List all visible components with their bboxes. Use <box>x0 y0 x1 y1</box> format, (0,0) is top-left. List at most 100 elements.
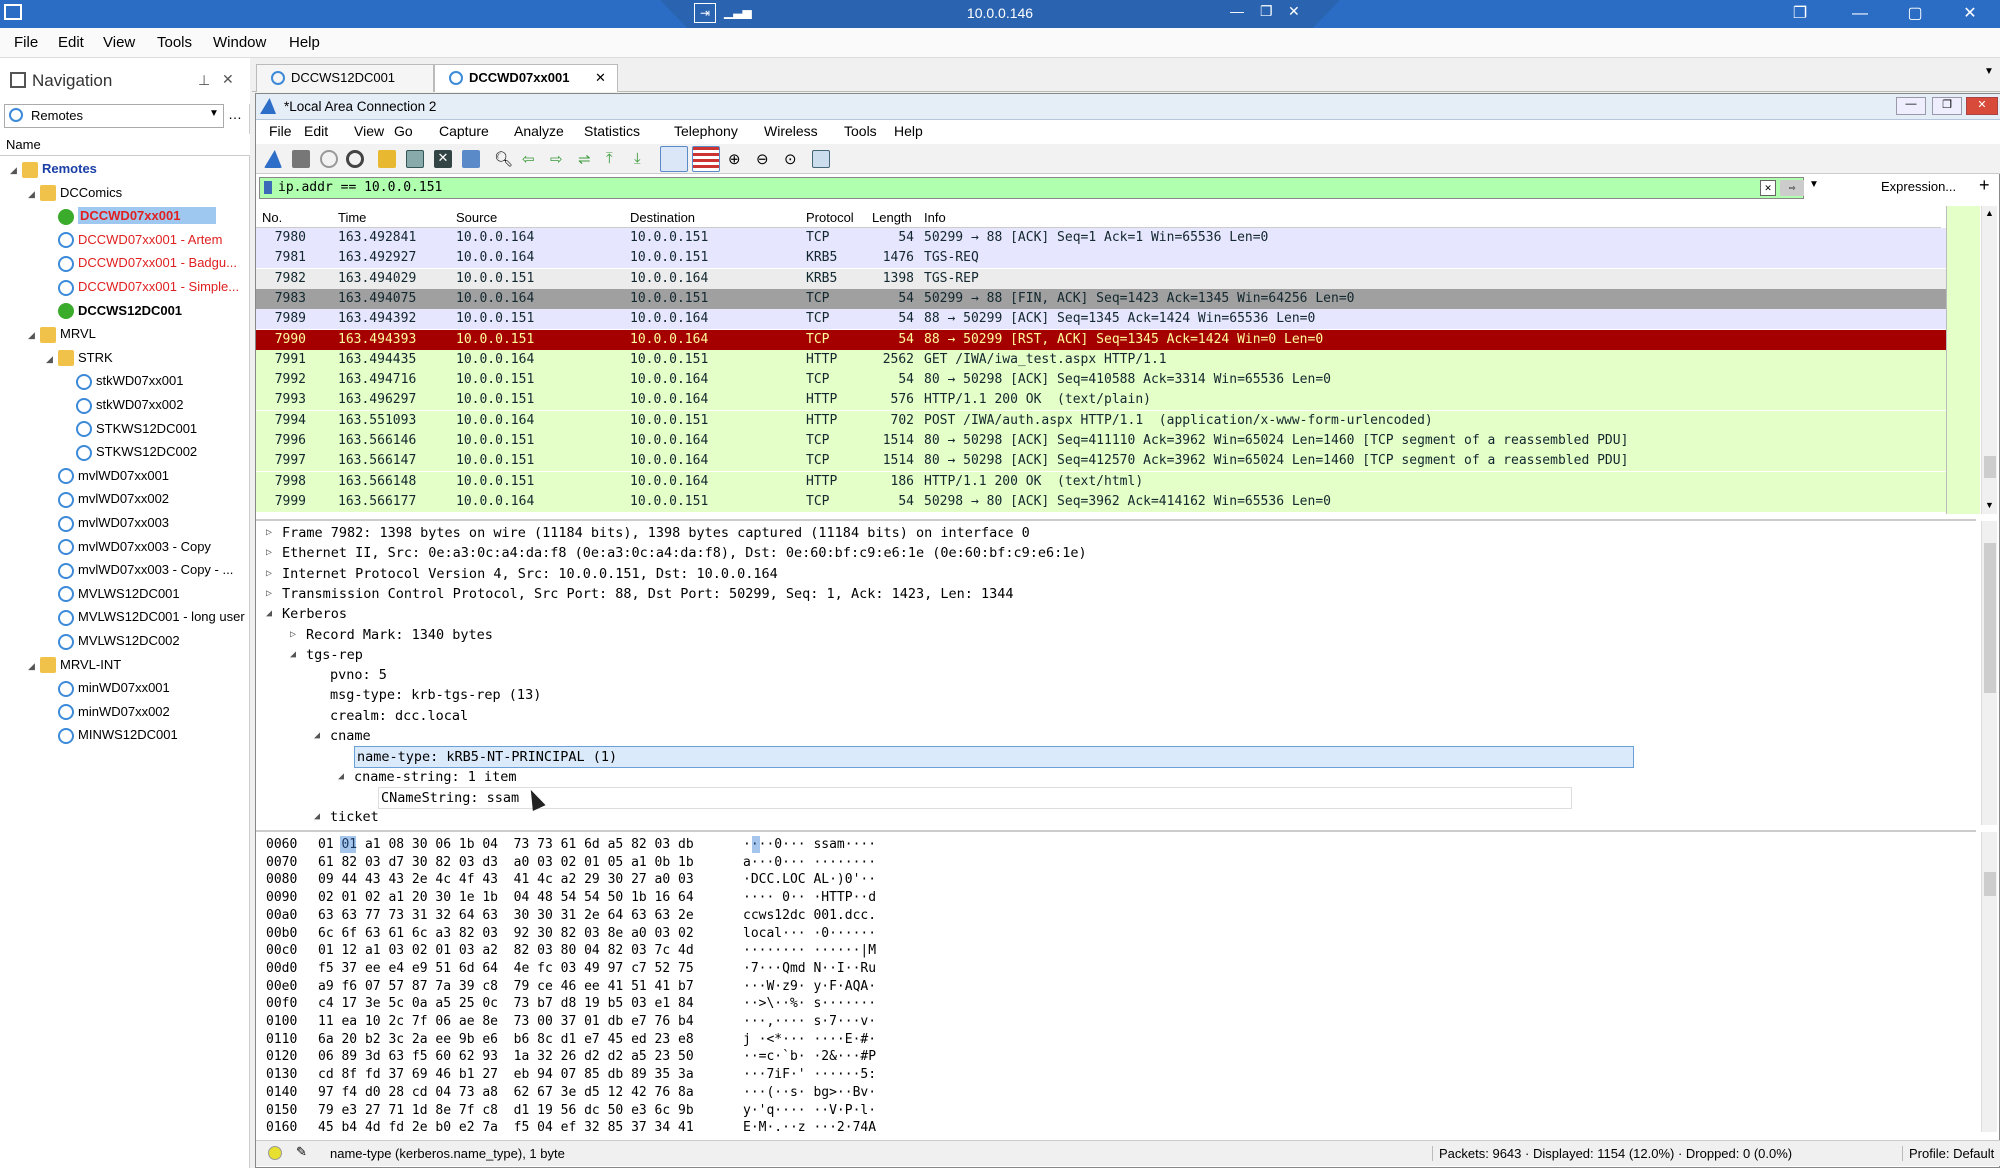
col-source[interactable]: Source <box>456 210 497 225</box>
col-length[interactable]: Length <box>872 210 912 225</box>
bytes-scrollbar[interactable] <box>1981 832 1997 1132</box>
tree-item[interactable]: mvlWD07xx002 <box>46 488 169 512</box>
tab-dccws12dc001[interactable]: DCCWS12DC001 <box>256 64 434 92</box>
detail-line[interactable]: ▷ Transmission Control Protocol, Src Port… <box>256 584 1974 604</box>
byte-ascii[interactable]: a···0··· ········ <box>743 854 876 872</box>
collapse-icon[interactable]: ◢ <box>314 807 320 827</box>
packet-list-scrollbar[interactable]: ▲ ▼ <box>1981 206 1997 514</box>
zoom-out-icon[interactable]: ⊖ <box>756 150 774 168</box>
menu-window[interactable]: Window <box>213 34 266 51</box>
tree-item[interactable]: MVLWS12DC001 - long user <box>46 606 245 630</box>
byte-ascii[interactable]: ···· 0·· ·HTTP··d <box>743 889 876 907</box>
table-row[interactable]: 7998 163.566148 10.0.0.151 10.0.0.164 HTTP 18… <box>256 471 1946 492</box>
expand-icon[interactable]: ◢ <box>28 324 40 346</box>
byte-hex[interactable]: 06 89 3d 63 f5 60 62 93 1a 32 26 d2 d2 a… <box>318 1048 694 1066</box>
table-row[interactable]: 7980 163.492841 10.0.0.164 10.0.0.151 TCP 54 5… <box>256 228 1946 248</box>
restore-icon[interactable]: ❐ <box>1780 2 1820 26</box>
collapse-icon[interactable]: ◢ <box>338 767 344 787</box>
save-file-icon[interactable] <box>406 150 424 168</box>
byte-hex[interactable]: 97 f4 d0 28 cd 04 73 a8 62 67 3e d5 12 4… <box>318 1084 694 1102</box>
byte-ascii[interactable]: ·7···Qmd N··I··Ru <box>743 960 876 978</box>
rdp-minimize-button[interactable]: — <box>1230 3 1244 19</box>
byte-ascii[interactable]: ·DCC.LOC AL·)0'·· <box>743 871 876 889</box>
table-row[interactable]: 7994 163.551093 10.0.0.164 10.0.0.151 HTTP 70… <box>256 410 1946 431</box>
tree-item[interactable]: stkWD07xx002 <box>64 394 183 418</box>
tree-item[interactable]: DCCWD07xx001 - Badgu... <box>46 252 237 276</box>
capture-options-icon[interactable] <box>346 150 364 168</box>
go-to-packet-icon[interactable]: ⇌ <box>578 150 596 168</box>
menu-help[interactable]: Help <box>894 123 923 139</box>
table-row[interactable]: 7993 163.496297 10.0.0.151 10.0.0.164 HTTP 57… <box>256 390 1946 411</box>
autoscroll-icon[interactable] <box>660 146 688 172</box>
menu-statistics[interactable]: Statistics <box>584 123 640 139</box>
table-row[interactable]: 7981 163.492927 10.0.0.164 10.0.0.151 KRB5 14… <box>256 248 1946 269</box>
tree-item[interactable]: ◢ MRVL <box>28 323 96 347</box>
byte-hex[interactable]: 11 ea 10 2c 7f 06 ae 8e 73 00 37 01 db e… <box>318 1013 694 1031</box>
byte-hex[interactable]: 61 82 03 d7 30 82 03 d3 a0 03 02 01 05 a… <box>318 854 694 872</box>
byte-ascii[interactable]: ···7iF·' ······5: <box>743 1066 876 1084</box>
clear-filter-icon[interactable]: ✕ <box>1760 180 1776 196</box>
filter-history-icon[interactable]: ▼ <box>1809 179 1819 190</box>
byte-ascii[interactable]: ccws12dc 001.dcc. <box>743 907 876 925</box>
tree-item[interactable]: ◢ DCComics <box>28 182 122 206</box>
menu-view[interactable]: View <box>103 34 135 51</box>
byte-hex[interactable]: 02 01 02 a1 20 30 1e 1b 04 48 54 54 50 1… <box>318 889 694 907</box>
tree-item[interactable]: DCCWD07xx001 - Simple... <box>46 276 239 300</box>
menu-wireless[interactable]: Wireless <box>764 123 818 139</box>
byte-hex[interactable]: 45 b4 4d fd 2e b0 e2 7a f5 04 ef 32 85 3… <box>318 1119 694 1137</box>
rdp-restore-button[interactable]: ❐ <box>1260 3 1273 20</box>
menu-analyze[interactable]: Analyze <box>514 123 564 139</box>
chevron-down-icon[interactable]: ▼ <box>209 108 219 119</box>
edit-comment-icon[interactable]: ✎ <box>296 1144 307 1160</box>
expand-icon[interactable]: ◢ <box>46 348 58 370</box>
detail-line[interactable]: pvno: 5 <box>256 665 1974 685</box>
expand-icon[interactable]: ▷ <box>266 543 272 563</box>
tree-item[interactable]: minWD07xx001 <box>46 677 170 701</box>
byte-hex[interactable]: 79 e3 27 71 1d 8e 7f c8 d1 19 56 dc 50 e… <box>318 1102 694 1120</box>
byte-ascii[interactable]: ···W·z9· y·F·AQA· <box>743 978 876 996</box>
detail-line[interactable]: ◢ Kerberos <box>256 604 1974 624</box>
byte-ascii[interactable]: y·'q···· ··V·P·l· <box>743 1102 876 1120</box>
table-row[interactable]: 7991 163.494435 10.0.0.164 10.0.0.151 HTTP 25… <box>256 349 1946 370</box>
colorize-icon[interactable] <box>692 146 720 172</box>
expand-icon[interactable]: ▷ <box>266 564 272 584</box>
expand-icon[interactable]: ▷ <box>266 584 272 604</box>
tree-item[interactable]: ◢ Remotes <box>10 158 97 182</box>
normal-size-icon[interactable]: ⊙ <box>784 150 802 168</box>
detail-line[interactable]: CNameString: ssam <box>256 786 1974 809</box>
more-icon[interactable]: … <box>228 106 242 122</box>
table-row[interactable]: 7997 163.566147 10.0.0.151 10.0.0.164 TCP 151… <box>256 451 1946 472</box>
minimize-button[interactable]: — <box>1840 2 1880 26</box>
expand-icon[interactable]: ▷ <box>290 625 296 645</box>
status-profile[interactable]: Profile: Default <box>1902 1146 1994 1161</box>
scroll-up-icon[interactable]: ▲ <box>1985 208 1994 218</box>
expand-icon[interactable]: ▷ <box>266 523 272 543</box>
menu-edit[interactable]: Edit <box>304 123 328 139</box>
collapse-icon[interactable]: ◢ <box>266 604 272 624</box>
byte-ascii[interactable]: j ·<*··· ····E·#· <box>743 1031 876 1049</box>
expert-info-icon[interactable] <box>268 1146 282 1160</box>
col-no[interactable]: No. <box>262 210 282 225</box>
display-filter-input[interactable]: ip.addr == 10.0.0.151 ✕ ⇨ <box>259 177 1804 199</box>
detail-line[interactable]: name-type: kRB5-NT-PRINCIPAL (1) <box>256 746 1974 769</box>
byte-ascii[interactable]: ···,···· s·7···v· <box>743 1013 876 1031</box>
byte-hex[interactable]: 6a 20 b2 3c 2a ee 9b e6 b6 8c d1 e7 45 e… <box>318 1031 694 1049</box>
start-capture-icon[interactable] <box>264 150 282 168</box>
tree-item[interactable]: MINWS12DC001 <box>46 724 178 748</box>
menu-tools[interactable]: Tools <box>157 34 192 51</box>
byte-hex[interactable]: 63 63 77 73 31 32 64 63 30 30 31 2e 64 6… <box>318 907 694 925</box>
nav-combo[interactable]: Remotes ▼ <box>4 104 224 128</box>
table-row[interactable]: 7992 163.494716 10.0.0.151 10.0.0.164 TCP 54 8… <box>256 370 1946 391</box>
menu-capture[interactable]: Capture <box>439 123 489 139</box>
detail-line[interactable]: ◢ ticket <box>256 807 1974 827</box>
ws-close-button[interactable]: ✕ <box>1966 97 1998 115</box>
close-file-icon[interactable]: ✕ <box>434 150 452 168</box>
table-row[interactable]: 7983 163.494075 10.0.0.164 10.0.0.151 TCP 54 5… <box>256 288 1946 309</box>
collapse-icon[interactable]: ◢ <box>290 645 296 665</box>
open-file-icon[interactable] <box>378 150 396 168</box>
table-row[interactable]: 7999 163.566177 10.0.0.164 10.0.0.151 TCP 54 5… <box>256 491 1946 512</box>
byte-hex[interactable]: cd 8f fd 37 69 46 b1 27 eb 94 07 85 db 8… <box>318 1066 694 1084</box>
nav-column-header[interactable]: Name <box>0 134 250 156</box>
menu-view[interactable]: View <box>354 123 384 139</box>
tree-item[interactable]: MVLWS12DC001 <box>46 583 180 607</box>
